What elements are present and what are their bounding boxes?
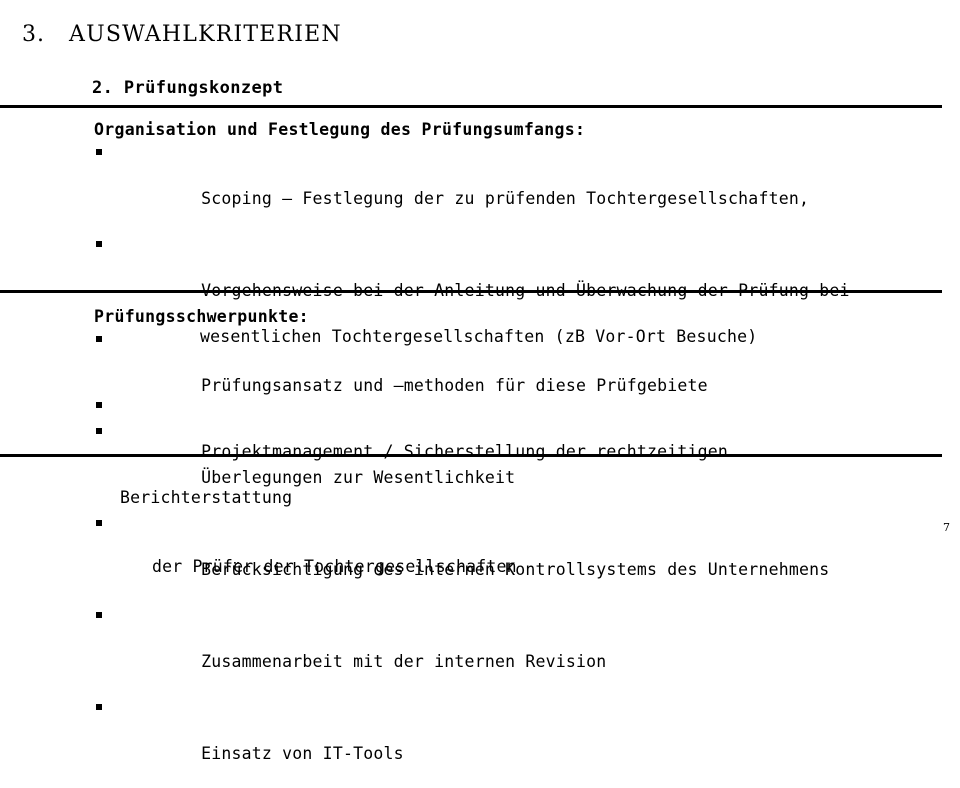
square-bullet-icon — [96, 241, 102, 247]
list-item-label: Scoping – Festlegung der zu prüfenden To… — [201, 189, 810, 208]
divider-top — [0, 105, 942, 108]
list-item: Einsatz von IT-Tools — [94, 696, 960, 788]
list-item: Zusammenarbeit mit der internen Revision — [94, 604, 960, 696]
list-item: Berücksichtigung des internen Kontrollsy… — [94, 512, 960, 604]
slide-title: 3. AUSWAHLKRITERIEN — [22, 22, 342, 47]
list-item-label: Zusammenarbeit mit der internen Revision — [201, 652, 607, 671]
section-heading: Organisation und Festlegung des Prüfungs… — [94, 120, 586, 139]
section-heading: Prüfungsschwerpunkte: — [94, 307, 309, 326]
list-item: Scoping – Festlegung der zu prüfenden To… — [94, 141, 960, 233]
slide-title-number: 3. — [22, 22, 45, 47]
list-item-label: Prüfungsansatz und –methoden für diese P… — [201, 376, 708, 395]
square-bullet-icon — [96, 520, 102, 526]
list-item: Prüfungsansatz und –methoden für diese P… — [94, 328, 960, 420]
square-bullet-icon — [96, 704, 102, 710]
bullet-list-2: Prüfungsansatz und –methoden für diese P… — [94, 328, 960, 788]
page-number: 7 — [943, 521, 950, 534]
slide-title-text: AUSWAHLKRITERIEN — [69, 22, 342, 47]
content-section-2: Prüfungsschwerpunkte: Prüfungsansatz und… — [94, 305, 960, 788]
slide-subtitle: 2. Prüfungskonzept — [92, 78, 284, 98]
square-bullet-icon — [96, 336, 102, 342]
square-bullet-icon — [96, 612, 102, 618]
square-bullet-icon — [96, 149, 102, 155]
list-item-label: Überlegungen zur Wesentlichkeit — [201, 468, 516, 487]
square-bullet-icon — [96, 428, 102, 434]
list-item-label: Vorgehensweise bei der Anleitung und Übe… — [201, 281, 850, 300]
list-item-label: Einsatz von IT-Tools — [201, 744, 404, 763]
list-item: Überlegungen zur Wesentlichkeit — [94, 420, 960, 512]
slide-canvas: 3. AUSWAHLKRITERIEN 2. Prüfungskonzept O… — [0, 0, 960, 763]
list-item-label: Berücksichtigung des internen Kontrollsy… — [201, 560, 830, 579]
